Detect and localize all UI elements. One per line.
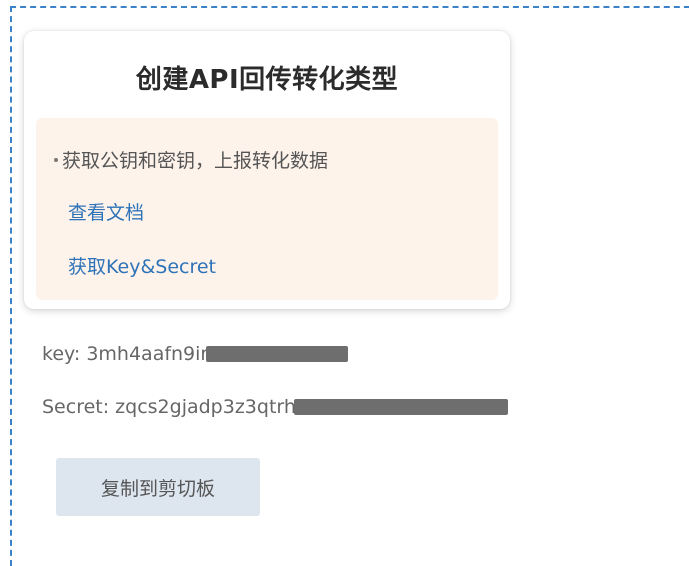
secret-text: Secret: zqcs2gjadp3z3qtrh — [42, 396, 296, 418]
key-redaction-bar — [206, 345, 349, 362]
description-row: 获取公钥和密钥，上报转化数据 — [54, 146, 328, 173]
info-panel: 获取公钥和密钥，上报转化数据 查看文档 获取Key&Secret — [36, 118, 498, 300]
api-callback-card: 创建API回传转化类型 获取公钥和密钥，上报转化数据 查看文档 获取Key&Se… — [24, 31, 510, 309]
key-row: key: 3mh4aafn9ir — [42, 343, 349, 365]
description-text: 获取公钥和密钥，上报转化数据 — [62, 150, 329, 172]
secret-row: Secret: zqcs2gjadp3z3qtrh — [42, 396, 508, 418]
copy-to-clipboard-button[interactable]: 复制到剪切板 — [56, 458, 260, 516]
get-key-secret-link[interactable]: 获取Key&Secret — [68, 252, 216, 279]
card-title: 创建API回传转化类型 — [135, 65, 399, 95]
key-text: key: 3mh4aafn9ir — [42, 343, 209, 365]
view-docs-link[interactable]: 查看文档 — [68, 198, 144, 225]
bullet-dot-icon — [54, 157, 58, 162]
secret-redaction-bar — [293, 398, 508, 415]
